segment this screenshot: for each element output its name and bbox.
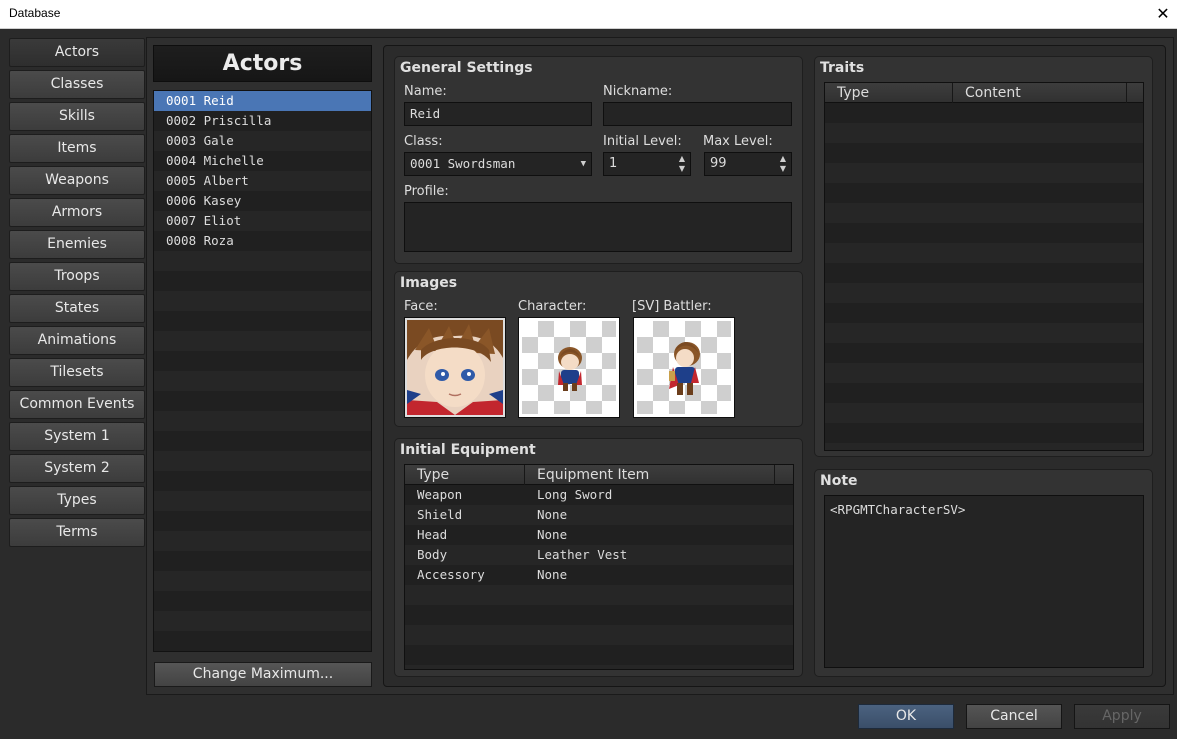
actor-list-item[interactable]: 0005 Albert bbox=[154, 171, 371, 191]
character-sprite-icon bbox=[558, 347, 582, 391]
traits-title: Traits bbox=[820, 60, 865, 76]
cancel-button[interactable]: Cancel bbox=[966, 704, 1062, 729]
name-field[interactable]: Reid bbox=[404, 102, 592, 126]
class-select-value: 0001 Swordsman bbox=[410, 156, 516, 171]
initial-level-label: Initial Level: bbox=[603, 134, 682, 149]
spinner-arrows-icon[interactable]: ▲ ▼ bbox=[778, 154, 788, 174]
initial-equipment-group: Initial Equipment Type Equipment Item We… bbox=[394, 438, 803, 677]
general-settings-group: General Settings Name: Reid Nickname: Cl… bbox=[394, 56, 803, 264]
nickname-field[interactable] bbox=[603, 102, 792, 126]
equipment-col-type[interactable]: Type bbox=[405, 465, 525, 485]
face-portrait-icon bbox=[407, 320, 503, 415]
equipment-type-cell: Body bbox=[417, 547, 448, 562]
battler-label: [SV] Battler: bbox=[632, 299, 712, 314]
close-icon[interactable]: ✕ bbox=[1149, 0, 1177, 29]
table-row[interactable]: Shield None bbox=[405, 505, 793, 525]
table-row[interactable]: Accessory None bbox=[405, 565, 793, 585]
equipment-item-cell: Leather Vest bbox=[537, 547, 628, 562]
max-level-spinner[interactable]: 99 ▲ ▼ bbox=[704, 152, 792, 176]
change-maximum-button[interactable]: Change Maximum... bbox=[154, 662, 372, 687]
battler-image[interactable] bbox=[633, 317, 735, 418]
max-level-label: Max Level: bbox=[703, 134, 773, 149]
nav-item-tilesets[interactable]: Tilesets bbox=[9, 358, 145, 387]
face-label: Face: bbox=[404, 299, 438, 314]
actor-list-item[interactable]: 0002 Priscilla bbox=[154, 111, 371, 131]
general-settings-title: General Settings bbox=[400, 60, 533, 76]
window-title: Database bbox=[9, 6, 61, 20]
character-label: Character: bbox=[518, 299, 587, 314]
nav-item-troops[interactable]: Troops bbox=[9, 262, 145, 291]
images-title: Images bbox=[400, 275, 458, 291]
initial-level-value: 1 bbox=[609, 156, 618, 171]
nav-item-armors[interactable]: Armors bbox=[9, 198, 145, 227]
note-title: Note bbox=[820, 473, 858, 489]
nav-item-types[interactable]: Types bbox=[9, 486, 145, 515]
equipment-type-cell: Head bbox=[417, 527, 448, 542]
class-select[interactable]: 0001 Swordsman ▼ bbox=[404, 152, 592, 176]
equipment-type-cell: Shield bbox=[417, 507, 463, 522]
nav-item-system-2[interactable]: System 2 bbox=[9, 454, 145, 483]
equipment-item-cell: None bbox=[537, 527, 568, 542]
main-panel: General Settings Name: Reid Nickname: Cl… bbox=[383, 45, 1166, 687]
class-label: Class: bbox=[404, 134, 443, 149]
profile-field[interactable] bbox=[404, 202, 792, 252]
character-image[interactable] bbox=[518, 317, 620, 418]
nav-item-system-1[interactable]: System 1 bbox=[9, 422, 145, 451]
nav-item-animations[interactable]: Animations bbox=[9, 326, 145, 355]
actor-list-item[interactable]: 0008 Roza bbox=[154, 231, 371, 251]
nav-item-enemies[interactable]: Enemies bbox=[9, 230, 145, 259]
nav-item-skills[interactable]: Skills bbox=[9, 102, 145, 131]
initial-equipment-title: Initial Equipment bbox=[400, 442, 536, 458]
ok-button[interactable]: OK bbox=[858, 704, 954, 729]
face-image[interactable] bbox=[404, 317, 506, 418]
traits-col-type[interactable]: Type bbox=[825, 83, 953, 103]
actor-list-item[interactable]: 0004 Michelle bbox=[154, 151, 371, 171]
actor-list-item[interactable]: 0006 Kasey bbox=[154, 191, 371, 211]
note-group: Note <RPGMTCharacterSV> bbox=[814, 469, 1153, 677]
battler-sprite-icon bbox=[669, 342, 700, 395]
equipment-col-item[interactable]: Equipment Item bbox=[525, 465, 775, 485]
table-row[interactable]: Weapon Long Sword bbox=[405, 485, 793, 505]
equipment-type-cell: Weapon bbox=[417, 487, 463, 502]
equipment-item-cell: Long Sword bbox=[537, 487, 613, 502]
actor-list-item[interactable]: 0001 Reid bbox=[154, 91, 371, 111]
nav-item-weapons[interactable]: Weapons bbox=[9, 166, 145, 195]
traits-table-header: Type Content bbox=[825, 83, 1143, 103]
table-row[interactable]: Body Leather Vest bbox=[405, 545, 793, 565]
category-nav: Actors Classes Skills Items Weapons Armo… bbox=[9, 38, 146, 550]
title-bar: Database ✕ bbox=[0, 0, 1177, 29]
apply-button[interactable]: Apply bbox=[1074, 704, 1170, 729]
nav-item-states[interactable]: States bbox=[9, 294, 145, 323]
equipment-table-header: Type Equipment Item bbox=[405, 465, 793, 485]
traits-table[interactable]: Type Content bbox=[824, 82, 1144, 451]
profile-label: Profile: bbox=[404, 184, 449, 199]
traits-col-content[interactable]: Content bbox=[953, 83, 1127, 103]
max-level-value: 99 bbox=[710, 156, 727, 171]
nickname-label: Nickname: bbox=[603, 84, 673, 99]
initial-level-spinner[interactable]: 1 ▲ ▼ bbox=[603, 152, 691, 176]
actor-list[interactable]: 0001 Reid 0002 Priscilla 0003 Gale 0004 … bbox=[153, 90, 372, 652]
traits-group: Traits Type Content bbox=[814, 56, 1153, 457]
note-field[interactable]: <RPGMTCharacterSV> bbox=[824, 495, 1144, 668]
equipment-item-cell: None bbox=[537, 507, 568, 522]
character-checker-bg bbox=[522, 321, 616, 414]
nav-item-actors[interactable]: Actors bbox=[9, 38, 145, 67]
list-header: Actors bbox=[153, 45, 372, 82]
nav-item-items[interactable]: Items bbox=[9, 134, 145, 163]
nav-item-terms[interactable]: Terms bbox=[9, 518, 145, 547]
actor-list-item[interactable]: 0007 Eliot bbox=[154, 211, 371, 231]
chevron-down-icon: ▼ bbox=[580, 159, 586, 169]
nav-item-common-events[interactable]: Common Events bbox=[9, 390, 145, 419]
name-label: Name: bbox=[404, 84, 447, 99]
equipment-item-cell: None bbox=[537, 567, 568, 582]
equipment-table[interactable]: Type Equipment Item Weapon Long Sword Sh… bbox=[404, 464, 794, 670]
images-group: Images Face: Character: [SV] Battler: bbox=[394, 271, 803, 427]
battler-checker-bg bbox=[637, 321, 731, 414]
spinner-arrows-icon[interactable]: ▲ ▼ bbox=[677, 154, 687, 174]
table-row[interactable]: Head None bbox=[405, 525, 793, 545]
equipment-type-cell: Accessory bbox=[417, 567, 485, 582]
actor-list-item[interactable]: 0003 Gale bbox=[154, 131, 371, 151]
nav-item-classes[interactable]: Classes bbox=[9, 70, 145, 99]
